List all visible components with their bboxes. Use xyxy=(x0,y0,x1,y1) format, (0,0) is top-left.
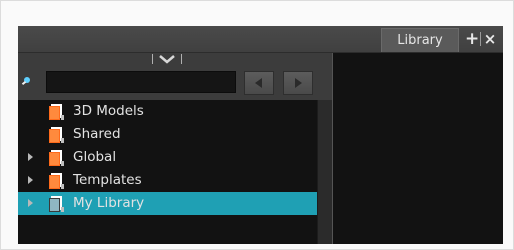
tree-item-label: Global xyxy=(73,149,117,165)
tab-library-label: Library xyxy=(397,33,443,48)
tree-item-label: 3D Models xyxy=(73,103,144,119)
handle-bar-left xyxy=(152,54,153,64)
library-folder-icon xyxy=(49,104,64,120)
tree-item-shared[interactable]: Shared xyxy=(18,123,317,146)
library-folder-icon xyxy=(49,150,64,166)
library-folder-icon xyxy=(49,173,64,189)
search-icon xyxy=(21,77,30,86)
expand-arrow-icon[interactable] xyxy=(28,199,33,207)
search-row xyxy=(18,69,331,95)
chevron-down-icon xyxy=(159,55,175,64)
triangle-left-icon xyxy=(255,78,262,88)
tree-item-label: Templates xyxy=(73,172,142,188)
tree-item-3d-models[interactable]: 3D Models xyxy=(18,100,317,123)
library-tree[interactable]: 3D Models Shared Global Templates My Lib… xyxy=(18,100,317,244)
tab-strip: Library + × xyxy=(18,26,503,53)
collapse-toolbar-handle[interactable] xyxy=(152,53,182,65)
back-button[interactable] xyxy=(244,71,274,95)
expand-arrow-icon[interactable] xyxy=(28,153,33,161)
library-folder-icon xyxy=(49,127,64,143)
close-tab-icon[interactable]: × xyxy=(483,30,497,48)
library-view: Library + × 3D Models Shared Global Temp… xyxy=(18,26,503,244)
tree-item-my-library[interactable]: My Library xyxy=(18,192,317,215)
tree-scrollbar[interactable] xyxy=(317,100,332,244)
tree-item-templates[interactable]: Templates xyxy=(18,169,317,192)
library-contents-pane[interactable] xyxy=(332,53,503,244)
search-input[interactable] xyxy=(46,71,236,93)
expand-arrow-icon[interactable] xyxy=(28,176,33,184)
tree-item-label: Shared xyxy=(73,126,121,142)
tree-item-global[interactable]: Global xyxy=(18,146,317,169)
tree-item-label: My Library xyxy=(73,195,145,211)
add-tab-icon[interactable]: + xyxy=(465,30,479,48)
tab-separator xyxy=(480,32,481,46)
forward-button[interactable] xyxy=(283,71,313,95)
tab-library[interactable]: Library xyxy=(381,28,459,52)
library-tree-pane: 3D Models Shared Global Templates My Lib… xyxy=(18,53,332,244)
triangle-right-icon xyxy=(295,78,302,88)
library-folder-icon xyxy=(49,196,64,212)
handle-bar-right xyxy=(181,54,182,64)
